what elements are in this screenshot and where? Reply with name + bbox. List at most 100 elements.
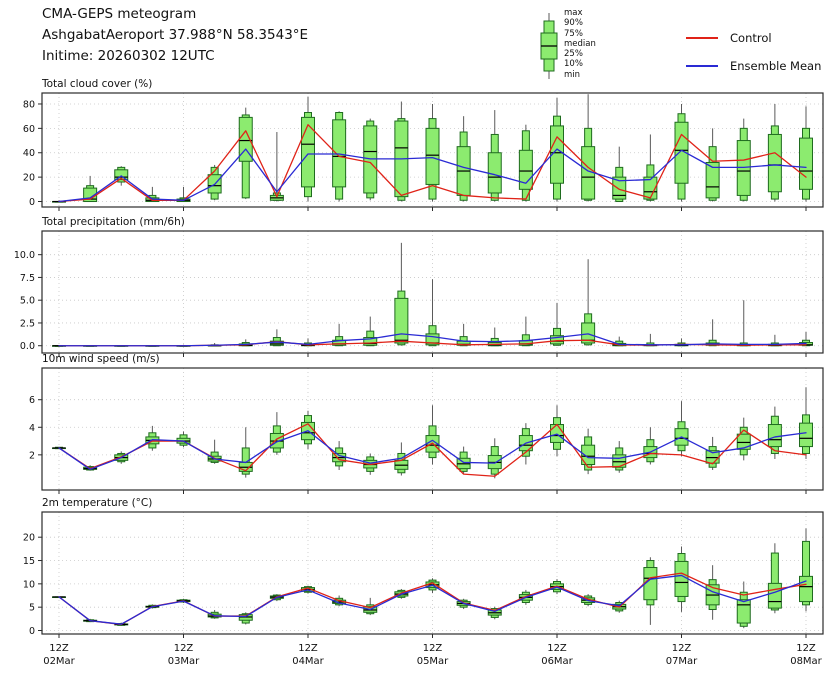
x-tick-label-hour: 12Z [423,643,443,654]
boxplot [737,300,750,346]
boxplot [644,427,657,464]
boxplot-series [53,243,813,346]
boxplot [395,243,408,346]
boxplot-legend-label-75: 75% [564,29,596,39]
boxplot [270,329,283,345]
box-25-75 [768,583,781,608]
boxplot [800,106,813,201]
panel-title: 2m temperature (°C) [42,497,152,509]
x-tick-label-date: 05Mar [417,656,449,667]
x-tick-label-hour: 12Z [547,643,567,654]
boxplot [333,324,346,346]
y-tick-label: 10.0 [14,250,35,261]
y-tick-label: 2 [29,450,35,461]
boxplot [706,319,719,345]
y-tick-label: 20 [23,173,35,184]
box-25-75 [737,434,750,449]
x-tick-label-date: 02Mar [43,656,75,667]
box-25-75 [395,298,408,343]
x-tick-label-hour: 12Z [796,643,816,654]
box-25-75 [551,425,564,443]
boxplot-legend-label-25: 25% [564,49,596,59]
init-time: Initime: 20260302 12UTC [42,46,308,67]
boxplot [800,387,813,459]
x-tick-label-hour: 12Z [174,643,194,654]
boxplot-series [53,528,813,628]
boxplot [426,405,439,464]
legend-item-ensemble-mean: Ensemble Mean [686,52,821,80]
y-tick-label: 40 [23,148,35,159]
meteogram-figure: CMA-GEPS meteogram AshgabatAeroport 37.9… [0,0,839,680]
control-line-swatch [686,37,718,39]
box-25-75 [302,117,315,186]
x-tick-label-date: 06Mar [541,656,573,667]
x-tick-label-date: 08Mar [790,656,822,667]
figure-header: CMA-GEPS meteogram AshgabatAeroport 37.9… [42,4,308,67]
boxplot [706,565,719,620]
panel-title: Total cloud cover (%) [41,78,152,90]
series-legend: Control Ensemble Mean [686,24,821,80]
boxplot-legend-label-90: 90% [564,18,596,28]
box-25-75 [768,134,781,191]
boxplot [146,426,159,451]
box-25-75 [426,128,439,184]
ensemble-mean-line-swatch [686,65,718,67]
boxplot [395,102,408,202]
y-tick-label: 80 [23,99,35,110]
x-axis-labels: 12Z 02Mar 12Z 03Mar 12Z 04Mar 12Z 05Mar 12Z 06Mar… [43,643,822,667]
boxplot [364,317,377,346]
boxplot [644,557,657,625]
panel-total-cloud-cover: 0 20 40 60 80 Total cloud cover (%) [23,78,823,211]
boxplot [800,528,813,611]
box-25-75 [737,600,750,623]
boxplot [675,401,688,456]
panel-2m-temperature-c: 051015202m temperature (°C) [23,497,823,638]
boxplot [302,97,315,202]
boxplot [177,431,190,447]
x-tick-label-date: 07Mar [666,656,698,667]
y-tick-label: 15 [23,556,35,567]
station-coordinates: AshgabatAeroport 37.988°N 58.3543°E [42,25,308,46]
boxplot [675,547,688,612]
legend-item-control: Control [686,24,821,52]
y-tick-label: 5 [29,603,35,614]
box-25-75 [800,138,813,189]
boxplot [613,147,626,202]
y-tick-label: 0 [29,197,35,208]
box-25-75 [800,423,813,446]
boxplot-legend-label-median: median [564,39,596,49]
x-tick-label-date: 03Mar [168,656,200,667]
y-tick-label: 4 [29,423,35,434]
boxplot [457,116,470,201]
boxplot-legend-glyph [541,13,557,79]
boxplot [644,134,657,201]
x-tick-label-date: 04Mar [292,656,324,667]
boxplot [737,418,750,461]
figure-title: CMA-GEPS meteogram [42,4,308,25]
y-tick-label: 5.0 [20,296,35,307]
boxplot [644,334,657,346]
boxplot [177,187,190,202]
boxplot-legend-label-min: min [564,70,596,80]
control-legend-label: Control [730,31,772,45]
panel-title: 10m wind speed (m/s) [42,353,160,365]
y-tick-label: 0.0 [20,341,35,352]
boxplot [551,303,564,346]
panel-10m-wind-speed-m-s: 2 4 6 10m wind speed (m/s) [29,353,823,494]
box-25-75 [675,561,688,596]
box-25-75 [613,455,626,467]
panel-title: Total precipitation (mm/6h) [41,216,185,228]
boxplot [488,328,501,346]
boxplot [457,324,470,346]
boxplot [582,259,595,345]
box-25-75 [488,153,501,193]
x-tick-label-hour: 12Z [672,643,692,654]
y-tick-label: 7.5 [20,273,35,284]
boxplot-legend-label-max: max [564,8,596,18]
boxplot [488,110,501,201]
y-tick-label: 2.5 [20,318,35,329]
y-tick-label: 6 [29,395,35,406]
y-tick-label: 60 [23,124,35,135]
y-tick-label: 0 [29,626,35,637]
boxplot [768,543,781,613]
